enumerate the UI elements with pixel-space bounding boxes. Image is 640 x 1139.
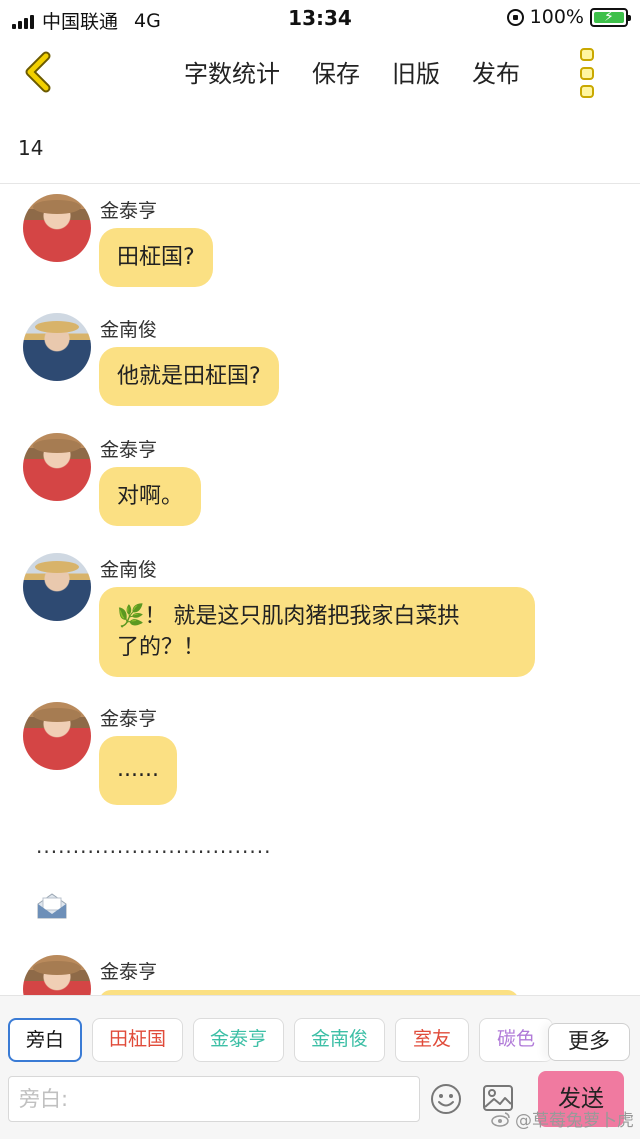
status-bar: 中国联通 4G 13:34 100% ⚡	[0, 0, 640, 36]
message-bubble[interactable]: ......	[99, 736, 177, 805]
avatar[interactable]	[23, 313, 91, 381]
message-bubble[interactable]: 他就是田柾国?	[99, 347, 279, 406]
chip-label: 碳色	[497, 1028, 536, 1050]
chip-character[interactable]: 田柾国	[92, 1018, 184, 1062]
chip-label: 室友	[413, 1028, 452, 1050]
watermark-text: @草莓兔萝卜虎	[515, 1111, 634, 1131]
more-characters-button[interactable]: 更多	[548, 1023, 630, 1061]
message-bubble[interactable]: 🌿！ 就是这只肌肉猪把我家白菜拱 了的？！	[99, 587, 535, 677]
toolbar-actions: 字数统计 保存 旧版 发布	[184, 54, 520, 89]
chip-label: 金南俊	[311, 1028, 369, 1050]
old-version-button[interactable]: 旧版	[392, 54, 440, 89]
chip-narration[interactable]: 旁白	[8, 1018, 83, 1062]
sender-name: 金泰亨	[100, 200, 158, 222]
status-right: 100% ⚡	[506, 6, 631, 28]
envelope-icon	[37, 893, 67, 919]
character-chips: 旁白 田柾国 金泰亨 金南俊 室友 碳色	[8, 1018, 554, 1062]
message-bubble[interactable]: 田柾国?	[99, 228, 213, 287]
chip-character[interactable]: 碳色	[479, 1018, 554, 1062]
message-bubble[interactable]: 对啊。	[99, 467, 202, 526]
sender-name: 金泰亨	[100, 708, 158, 730]
battery-icon: ⚡	[590, 7, 631, 27]
message-line: 🌿！ 就是这只肌肉猪把我家白菜拱	[117, 604, 460, 629]
back-chevron-icon[interactable]	[20, 50, 60, 94]
sender-name: 金南俊	[100, 559, 158, 581]
more-menu-icon[interactable]	[580, 48, 598, 98]
word-count-value: 14	[18, 136, 44, 160]
avatar[interactable]	[23, 433, 91, 501]
chip-label: 旁白	[26, 1029, 65, 1051]
chip-character[interactable]: 室友	[395, 1018, 470, 1062]
battery-percent: 100%	[529, 6, 584, 28]
chip-character[interactable]: 金泰亨	[193, 1018, 285, 1062]
save-button[interactable]: 保存	[312, 54, 360, 89]
publish-button[interactable]: 发布	[472, 54, 520, 89]
compose-panel: 旁白 田柾国 金泰亨 金南俊 室友 碳色 更多 发送 @草莓兔萝卜虎	[0, 995, 640, 1139]
narration-text: ................................	[36, 834, 272, 858]
word-count-button[interactable]: 字数统计	[184, 54, 280, 89]
divider	[0, 183, 640, 184]
sender-name: 金南俊	[100, 319, 158, 341]
avatar[interactable]	[23, 702, 91, 770]
avatar[interactable]	[23, 553, 91, 621]
chip-label: 田柾国	[109, 1028, 167, 1050]
chip-character[interactable]: 金南俊	[294, 1018, 386, 1062]
emoji-icon[interactable]	[430, 1083, 462, 1115]
message-input[interactable]	[8, 1076, 420, 1122]
chip-label: 金泰亨	[210, 1028, 268, 1050]
sender-name: 金泰亨	[100, 439, 158, 461]
weibo-icon	[491, 1111, 510, 1127]
sender-name: 金泰亨	[100, 961, 158, 983]
avatar[interactable]	[23, 194, 91, 262]
message-line: 了的？！	[117, 635, 206, 660]
rotation-lock-icon	[506, 8, 524, 26]
editor-toolbar: 字数统计 保存 旧版 发布	[0, 40, 640, 106]
watermark: @草莓兔萝卜虎	[491, 1106, 634, 1131]
